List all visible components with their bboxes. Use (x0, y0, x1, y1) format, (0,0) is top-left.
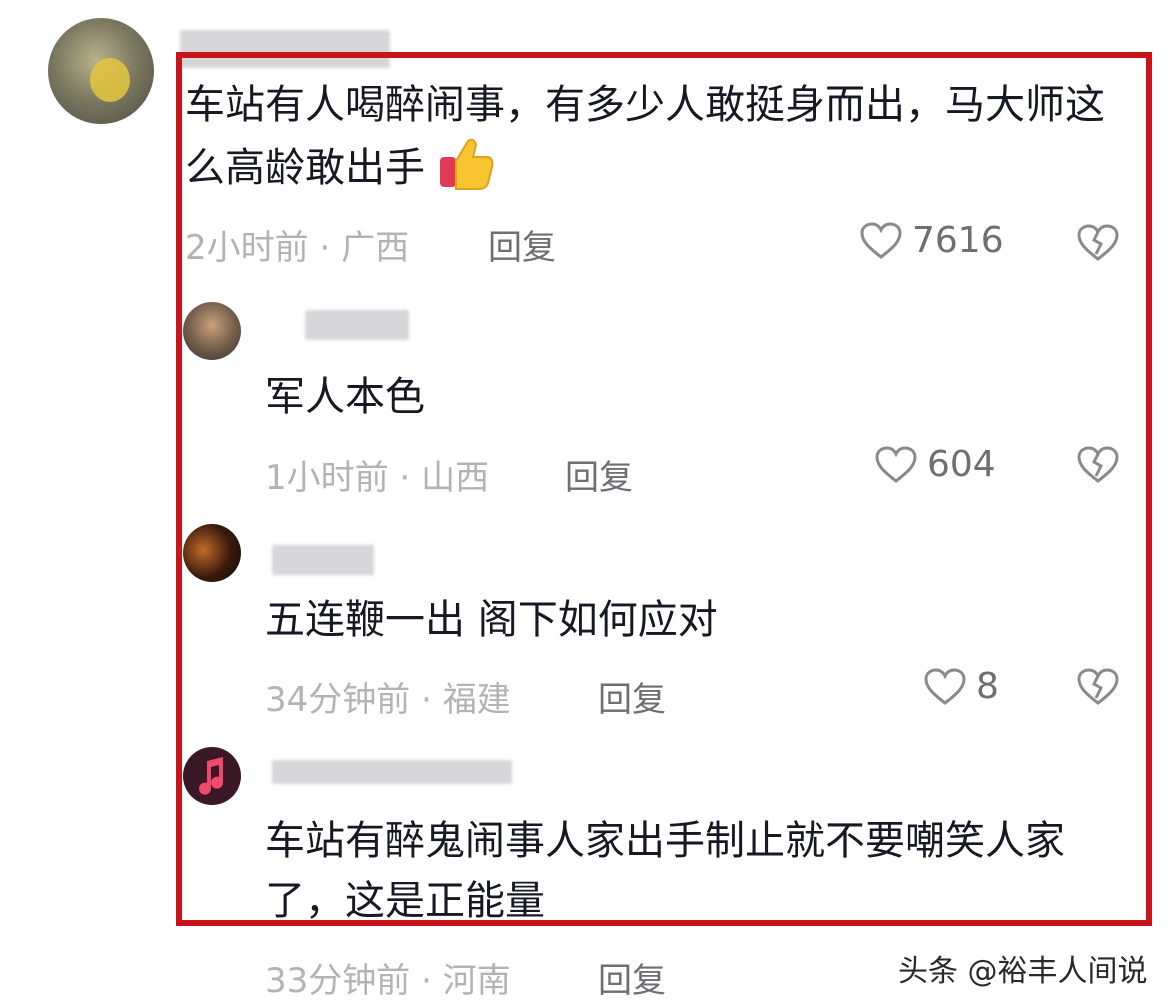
comment-1-text: 车站有人喝醉闹事，有多少人敢挺身而出，马大师这么高龄敢出手 (185, 82, 1105, 191)
comment-4-text: 车站有醉鬼闹事人家出手制止就不要嘲笑人家了，这是正能量 (265, 818, 1065, 924)
music-note-icon (199, 757, 223, 795)
meta-separator: · (388, 458, 422, 498)
like-count-1: 7616 (912, 220, 1004, 261)
username-blurred-2[interactable] (305, 310, 409, 340)
reply-button-2[interactable]: 回复 (565, 450, 633, 499)
comment-4-location: 河南 (442, 961, 511, 1001)
comment-2-meta: 1小时前 · 山西 (265, 450, 489, 499)
tiktok-logo-icon: ♪ (90, 58, 154, 124)
avatar-commenter-3[interactable] (183, 524, 241, 582)
like-count-2: 604 (927, 444, 996, 485)
like-count-3: 8 (976, 666, 999, 707)
like-button-3[interactable]: 8 (924, 666, 999, 707)
meta-separator: · (410, 680, 443, 720)
reply-button-4[interactable]: 回复 (598, 953, 666, 1002)
dislike-broken-heart-icon[interactable] (1077, 224, 1119, 262)
avatar-commenter-4[interactable] (183, 747, 241, 805)
comment-1-text-block: 车站有人喝醉闹事，有多少人敢挺身而出，马大师这么高龄敢出手 (185, 75, 1115, 198)
thumbs-up-emoji-icon (439, 138, 494, 190)
svg-text:♪: ♪ (144, 107, 154, 124)
like-button-2[interactable]: 604 (875, 444, 996, 485)
username-blurred-1[interactable] (180, 30, 390, 68)
watermark: 头条 @裕丰人间说 (898, 954, 1148, 989)
reply-button-3[interactable]: 回复 (598, 672, 666, 721)
username-blurred-3[interactable] (272, 545, 374, 575)
avatar-commenter-1[interactable]: ♪ (48, 18, 154, 124)
comment-1-meta: 2小时前 · 广西 (185, 220, 409, 269)
comment-1-time: 2小时前 (185, 228, 309, 268)
meta-separator: · (308, 228, 342, 268)
heart-outline-icon (924, 667, 966, 705)
avatar-commenter-2[interactable] (183, 302, 241, 360)
dislike-broken-heart-icon[interactable] (1077, 446, 1119, 484)
comment-3-time: 34分钟前 (265, 680, 411, 720)
comment-3-text: 五连鞭一出 阁下如何应对 (265, 597, 718, 643)
comment-2-text: 军人本色 (265, 374, 425, 420)
dislike-broken-heart-icon[interactable] (1077, 668, 1119, 706)
reply-button-1[interactable]: 回复 (488, 220, 556, 269)
heart-outline-icon (875, 445, 917, 483)
username-blurred-4[interactable] (272, 760, 512, 784)
like-button-1[interactable]: 7616 (860, 220, 1004, 261)
meta-separator: · (410, 961, 443, 1001)
comment-2-location: 山西 (421, 458, 490, 498)
comment-2-time: 1小时前 (265, 458, 389, 498)
comment-1-location: 广西 (341, 228, 410, 268)
heart-outline-icon (860, 221, 902, 259)
comment-3-location: 福建 (442, 680, 511, 720)
comment-4-time: 33分钟前 (265, 961, 411, 1001)
comment-3-meta: 34分钟前 · 福建 (265, 672, 511, 721)
comment-4-meta: 33分钟前 · 河南 (265, 953, 511, 1002)
